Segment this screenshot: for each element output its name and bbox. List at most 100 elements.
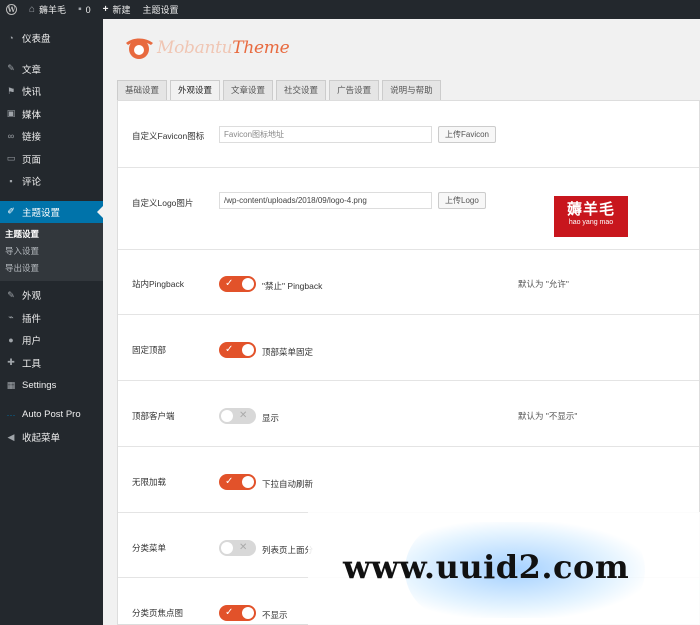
submenu-item-theme-settings[interactable]: 主题设置 <box>0 226 103 243</box>
sidebar-item-posts[interactable]: ✎ 文章 <box>0 58 103 81</box>
plugin-icon: ⌁ <box>8 312 14 323</box>
settings-tabs: 基础设置 外观设置 文章设置 社交设置 广告设置 说明与帮助 <box>117 80 444 101</box>
sidebar-item-settings[interactable]: ▦ Settings <box>0 374 103 397</box>
wordpress-logo-icon: W <box>6 4 17 15</box>
site-name: 薅羊毛 <box>39 5 67 15</box>
sidebar-item-appearance[interactable]: ✎ 外观 <box>0 284 103 307</box>
sidebar-item-label: 文章 <box>22 64 42 76</box>
infinite-load-toggle[interactable]: ✓ <box>219 474 256 490</box>
settings-icon: ▦ <box>6 379 16 390</box>
comments-link[interactable]: ▪ 0 <box>72 0 97 19</box>
comment-bubble-icon: ▪ <box>78 4 82 15</box>
fixed-header-row: 固定顶部 ✓ 顶部菜单固定 <box>118 315 699 381</box>
sidebar-item-collapse[interactable]: ◀ 收起菜单 <box>0 426 103 449</box>
upload-logo-button[interactable]: 上传Logo <box>438 192 486 209</box>
tab-appearance-settings[interactable]: 外观设置 <box>170 80 221 101</box>
check-icon: ✓ <box>225 476 234 487</box>
dashboard-icon: ◔ <box>8 33 14 44</box>
tab-help[interactable]: 说明与帮助 <box>382 80 441 100</box>
category-focus-toggle[interactable]: ✓ <box>219 605 256 621</box>
page-icon: ▭ <box>6 153 16 164</box>
sidebar-item-news[interactable]: ⚑ 快讯 <box>0 80 103 103</box>
sidebar-item-tools[interactable]: ✚ 工具 <box>0 352 103 375</box>
new-label: 新建 <box>112 5 131 15</box>
logo-preview-image: 薅羊毛 hao yang mao <box>554 196 628 237</box>
fixed-header-label: 固定顶部 <box>132 345 167 355</box>
fixed-header-desc: 顶部菜单固定 <box>262 347 314 357</box>
favicon-row: 自定义Favicon图标 上传Favicon <box>118 101 699 168</box>
sidebar-item-dashboard[interactable]: ◔ 仪表盘 <box>0 27 103 50</box>
top-client-toggle[interactable]: ✕ <box>219 408 256 424</box>
logo-preview-title: 薅羊毛 <box>566 201 615 218</box>
toggle-knob <box>242 278 254 290</box>
collapse-icon: ◀ <box>7 431 15 442</box>
cross-icon: ✕ <box>239 542 248 553</box>
sidebar-item-label: 用户 <box>22 336 42 348</box>
sidebar-item-label: 页面 <box>22 154 42 166</box>
tool-icon: ✚ <box>7 357 15 368</box>
ellipsis-icon: ··· <box>6 409 16 420</box>
theme-settings-submenu: 主题设置 导入设置 导出设置 <box>0 223 103 281</box>
sidebar-item-label: 收起菜单 <box>22 433 61 445</box>
tab-social-settings[interactable]: 社交设置 <box>276 80 327 100</box>
sidebar-item-label: 媒体 <box>22 109 42 121</box>
sidebar-item-plugins[interactable]: ⌁ 插件 <box>0 307 103 330</box>
logo-preview-subtitle: hao yang mao <box>568 219 614 226</box>
infinite-load-label: 无限加载 <box>132 477 167 487</box>
sidebar-item-theme-settings[interactable]: ✐ 主题设置 <box>0 200 103 223</box>
sidebar-item-label: 主题设置 <box>22 207 61 219</box>
category-focus-label: 分类页焦点图 <box>132 608 184 618</box>
sidebar-item-label: 插件 <box>22 313 42 325</box>
wrench-icon: ✐ <box>7 206 15 217</box>
tab-ad-settings[interactable]: 广告设置 <box>329 80 380 100</box>
link-icon: ∞ <box>7 131 15 142</box>
upload-favicon-button[interactable]: 上传Favicon <box>438 126 497 143</box>
infinite-load-row: 无限加载 ✓ 下拉自动刷新 <box>118 447 699 513</box>
theme-settings-link[interactable]: 主题设置 <box>136 0 184 19</box>
home-icon: ⌂ <box>29 4 36 15</box>
top-client-label: 顶部客户端 <box>132 411 175 421</box>
watermark-text: www.uuid2.com <box>343 548 630 586</box>
top-client-desc: 显示 <box>262 413 280 423</box>
sidebar-item-auto-post-pro[interactable]: ··· Auto Post Pro <box>0 404 103 427</box>
tab-post-settings[interactable]: 文章设置 <box>223 80 274 100</box>
sidebar-item-label: 链接 <box>22 132 42 144</box>
category-menu-toggle[interactable]: ✕ <box>219 540 256 556</box>
favicon-label: 自定义Favicon图标 <box>132 131 205 141</box>
pingback-default-note: 默认为 "允许" <box>518 279 569 289</box>
pingback-desc: "禁止" Pingback <box>262 281 323 291</box>
new-content-link[interactable]: + 新建 <box>97 0 137 19</box>
logo-word-theme: Theme <box>232 38 290 58</box>
logo-label: 自定义Logo图片 <box>132 198 194 208</box>
fixed-header-toggle[interactable]: ✓ <box>219 342 256 358</box>
sidebar-item-label: 评论 <box>22 177 42 189</box>
sidebar-item-pages[interactable]: ▭ 页面 <box>0 148 103 171</box>
sidebar-item-users[interactable]: ● 用户 <box>0 329 103 352</box>
sidebar-item-comments[interactable]: ▪ 评论 <box>0 170 103 193</box>
logo-url-input[interactable] <box>219 192 432 209</box>
top-client-default-note: 默认为 "不显示" <box>518 411 578 421</box>
submenu-item-import-settings[interactable]: 导入设置 <box>0 243 103 260</box>
submenu-item-export-settings[interactable]: 导出设置 <box>0 260 103 277</box>
admin-sidebar: ◔ 仪表盘 ✎ 文章 ⚑ 快讯 ▣ 媒体 ∞ 链接 ▭ 页面 ▪ 评论 ✐ 主题设置 主题设置 … <box>0 19 103 625</box>
category-menu-label: 分类菜单 <box>132 543 167 553</box>
sidebar-item-media[interactable]: ▣ 媒体 <box>0 103 103 126</box>
tab-basic-settings[interactable]: 基础设置 <box>117 80 168 100</box>
plus-icon: + <box>102 4 109 15</box>
toggle-knob <box>221 410 233 422</box>
logo-mark-icon <box>126 38 153 59</box>
pingback-toggle[interactable]: ✓ <box>219 276 256 292</box>
admin-bar: W ⌂ 薅羊毛 ▪ 0 + 新建 主题设置 <box>0 0 700 19</box>
category-menu-desc: 列表页上面分 <box>262 545 314 555</box>
wordpress-menu[interactable]: W <box>0 0 23 19</box>
site-name-link[interactable]: ⌂ 薅羊毛 <box>23 0 72 19</box>
sidebar-item-links[interactable]: ∞ 链接 <box>0 125 103 148</box>
pingback-row: 站内Pingback ✓ "禁止" Pingback 默认为 "允许" <box>118 250 699 315</box>
theme-settings-label: 主题设置 <box>142 5 179 15</box>
check-icon: ✓ <box>225 344 234 355</box>
category-focus-desc: 不显示 <box>262 610 288 620</box>
sidebar-item-label: Settings <box>22 379 57 391</box>
favicon-url-input[interactable] <box>219 126 432 143</box>
cross-icon: ✕ <box>239 410 248 421</box>
check-icon: ✓ <box>225 607 234 618</box>
